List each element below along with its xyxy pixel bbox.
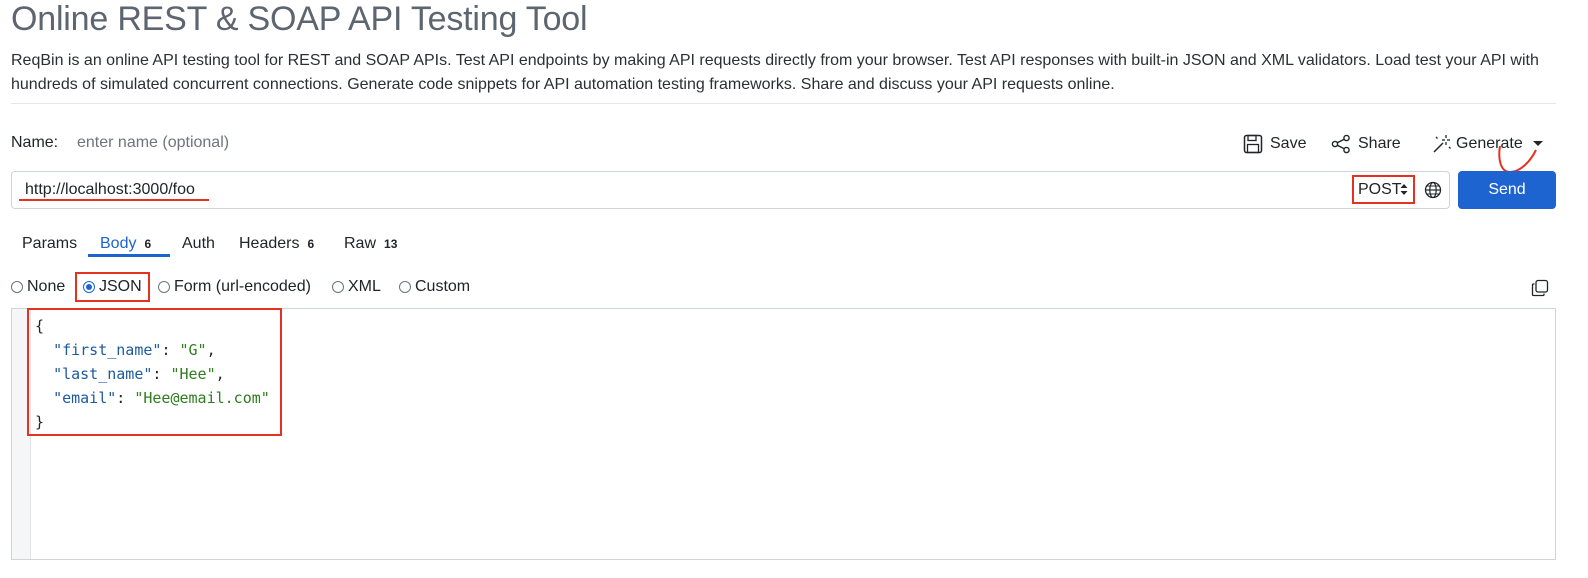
body-type-form-radio[interactable]: Form (url-encoded) — [158, 277, 311, 297]
radio-circle — [332, 281, 344, 293]
tab-count-badge: 6 — [307, 237, 315, 251]
name-label: Name: — [11, 134, 59, 151]
tab-params[interactable]: Params — [22, 231, 77, 257]
body-type-xml-radio[interactable]: XML — [332, 277, 381, 297]
url-input[interactable] — [25, 172, 1225, 208]
select-arrows-icon — [1400, 183, 1408, 201]
radio-circle — [158, 281, 170, 293]
tab-count-badge: 13 — [384, 237, 398, 251]
body-type-none-radio[interactable]: None — [11, 277, 65, 297]
radio-label: None — [27, 278, 66, 295]
floppy-disk-icon — [1243, 134, 1263, 154]
send-button[interactable]: Send — [1458, 171, 1556, 209]
tab-headers[interactable]: Headers 6 — [239, 231, 314, 257]
divider — [11, 103, 1556, 104]
share-button[interactable]: Share — [1331, 131, 1401, 157]
save-button[interactable]: Save — [1243, 131, 1306, 157]
code-annotation-box — [27, 308, 282, 436]
radio-label: XML — [348, 278, 381, 295]
tab-label: Raw — [344, 235, 377, 252]
share-label: Share — [1358, 135, 1401, 152]
radio-circle — [11, 281, 23, 293]
page-description: ReqBin is an online API testing tool for… — [11, 52, 1539, 93]
body-type-custom-radio[interactable]: Custom — [399, 277, 470, 297]
method-select[interactable]: POST — [1352, 175, 1415, 204]
radio-label: Form (url-encoded) — [174, 278, 311, 295]
radio-circle — [399, 281, 411, 293]
page-title: Online REST & SOAP API Testing Tool — [11, 0, 588, 38]
active-tab-indicator — [88, 254, 170, 257]
url-annotation-underline — [19, 199, 209, 201]
share-nodes-icon — [1331, 134, 1351, 154]
tab-label: Headers — [239, 235, 300, 252]
radio-label: Custom — [415, 278, 471, 295]
tab-label: Auth — [182, 235, 215, 252]
copy-icon[interactable] — [1531, 279, 1549, 302]
tab-raw[interactable]: Raw 13 — [344, 231, 397, 257]
method-value: POST — [1358, 180, 1402, 198]
url-field-container — [11, 171, 1450, 209]
json-annotation-box — [75, 272, 150, 302]
tab-label: Body — [100, 235, 137, 252]
tab-label: Params — [22, 235, 78, 252]
globe-icon[interactable] — [1424, 181, 1442, 204]
tab-auth[interactable]: Auth — [182, 231, 215, 257]
request-name-input[interactable] — [68, 128, 686, 158]
save-label: Save — [1270, 135, 1307, 152]
magic-wand-icon — [1432, 134, 1452, 154]
tab-count-badge: 6 — [144, 237, 152, 251]
